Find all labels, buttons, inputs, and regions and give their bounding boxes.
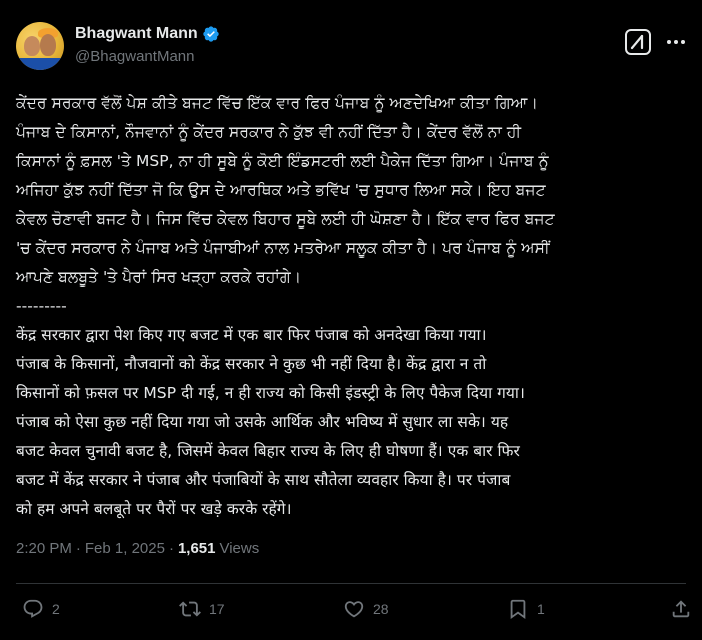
repost-icon xyxy=(179,601,201,617)
tweet-line: ਕੇਂਦਰ ਸਰਕਾਰ ਵੱਲੋਂ ਪੇਸ਼ ਕੀਤੇ ਬਜਟ ਵਿੱਚ ਇੱਕ… xyxy=(16,94,538,112)
like-count: 28 xyxy=(373,601,389,617)
avatar-face-right xyxy=(40,34,56,56)
tweet-header: Bhagwant Mann @BhagwantMann xyxy=(16,18,686,70)
bookmark-count: 1 xyxy=(537,601,545,617)
grok-icon[interactable] xyxy=(623,27,653,57)
tweet-text: ਕੇਂਦਰ ਸਰਕਾਰ ਵੱਲੋਂ ਪੇਸ਼ ਕੀਤੇ ਬਜਟ ਵਿੱਚ ਇੱਕ… xyxy=(16,89,692,524)
bookmark-button[interactable]: 1 xyxy=(507,598,545,620)
repost-button[interactable]: 17 xyxy=(179,598,225,620)
verified-badge-icon xyxy=(202,26,219,42)
tweet-line: ਪੰਜਾਬ ਦੇ ਕਿਸਾਨਾਂ, ਨੌਜਵਾਨਾਂ ਨੂੰ ਕੇਂਦਰ ਸਰਕ… xyxy=(16,123,522,141)
more-icon[interactable] xyxy=(666,32,686,52)
more-dot xyxy=(674,40,678,44)
tweet-time[interactable]: 2:20 PM xyxy=(16,540,72,557)
share-button[interactable] xyxy=(670,598,692,620)
meta-separator: · xyxy=(75,540,81,557)
divider xyxy=(16,583,686,584)
views-count: 1,651 xyxy=(177,540,216,557)
meta-separator: · xyxy=(168,540,174,557)
views-label: Views xyxy=(219,540,260,557)
tweet-line: केंद्र सरकार द्वारा पेश किए गए बजट में ए… xyxy=(16,326,487,344)
repost-count: 17 xyxy=(209,601,225,617)
tweet-line: ਆਪਣੇ ਬਲਬੂਤੇ 'ਤੇ ਪੈਰਾਂ ਸਿਰ ਖੜ੍ਹਾ ਕਰਕੇ ਰਹਾ… xyxy=(16,268,302,286)
more-dot xyxy=(681,40,685,44)
tweet-separator-line: --------- xyxy=(16,297,67,315)
tweet-date[interactable]: Feb 1, 2025 xyxy=(85,540,165,557)
tweet-line: 'ਚ ਕੇਂਦਰ ਸਰਕਾਰ ਨੇ ਪੰਜਾਬ ਅਤੇ ਪੰਜਾਬੀਆਂ ਨਾਲ… xyxy=(16,239,550,257)
author-display-name[interactable]: Bhagwant Mann xyxy=(75,25,198,43)
tweet-line: किसानों को फ़सल पर MSP दी गई, न ही राज्य… xyxy=(16,384,525,402)
avatar-strip xyxy=(16,58,64,70)
share-icon xyxy=(672,600,690,618)
heart-icon xyxy=(344,601,364,618)
tweet-line: पंजाब के किसानों, नौजवानों को केंद्र सरक… xyxy=(16,355,487,373)
tweet-line: ਕੇਵਲ ਚੋਣਾਵੀ ਬਜਟ ਹੈ। ਜਿਸ ਵਿੱਚ ਕੇਵਲ ਬਿਹਾਰ … xyxy=(16,210,555,228)
reply-icon xyxy=(23,599,43,618)
avatar[interactable] xyxy=(16,22,64,70)
bookmark-icon xyxy=(510,599,526,620)
author-name-row: Bhagwant Mann xyxy=(75,25,220,43)
author-handle[interactable]: @BhagwantMann xyxy=(75,48,194,65)
like-button[interactable]: 28 xyxy=(343,598,389,620)
tweet-line: को हम अपने बलबूते पर पैरों पर खड़े करके … xyxy=(16,500,292,518)
reply-count: 2 xyxy=(52,601,60,617)
more-dot xyxy=(667,40,671,44)
reply-button[interactable]: 2 xyxy=(22,598,60,620)
avatar-face-left xyxy=(24,36,40,56)
tweet-line: ਅਜਿਹਾ ਕੁੱਝ ਨਹੀਂ ਦਿੱਤਾ ਜੋ ਕਿ ਉਸ ਦੇ ਆਰਥਿਕ … xyxy=(16,181,546,199)
tweet-line: बजट में केंद्र सरकार ने पंजाब और पंजाबिय… xyxy=(16,471,511,489)
action-bar: 2 17 28 1 xyxy=(16,598,690,624)
tweet-line: बजट केवल चुनावी बजट है, जिसमें केवल बिहा… xyxy=(16,442,520,460)
tweet-meta: 2:20 PM · Feb 1, 2025 · 1,651 Views xyxy=(16,540,259,557)
tweet-line: पंजाब को ऐसा कुछ नहीं दिया गया जो उसके आ… xyxy=(16,413,509,431)
tweet-line: ਕਿਸਾਨਾਂ ਨੂੰ ਫ਼ਸਲ 'ਤੇ MSP, ਨਾ ਹੀ ਸੂਬੇ ਨੂੰ… xyxy=(16,152,549,170)
